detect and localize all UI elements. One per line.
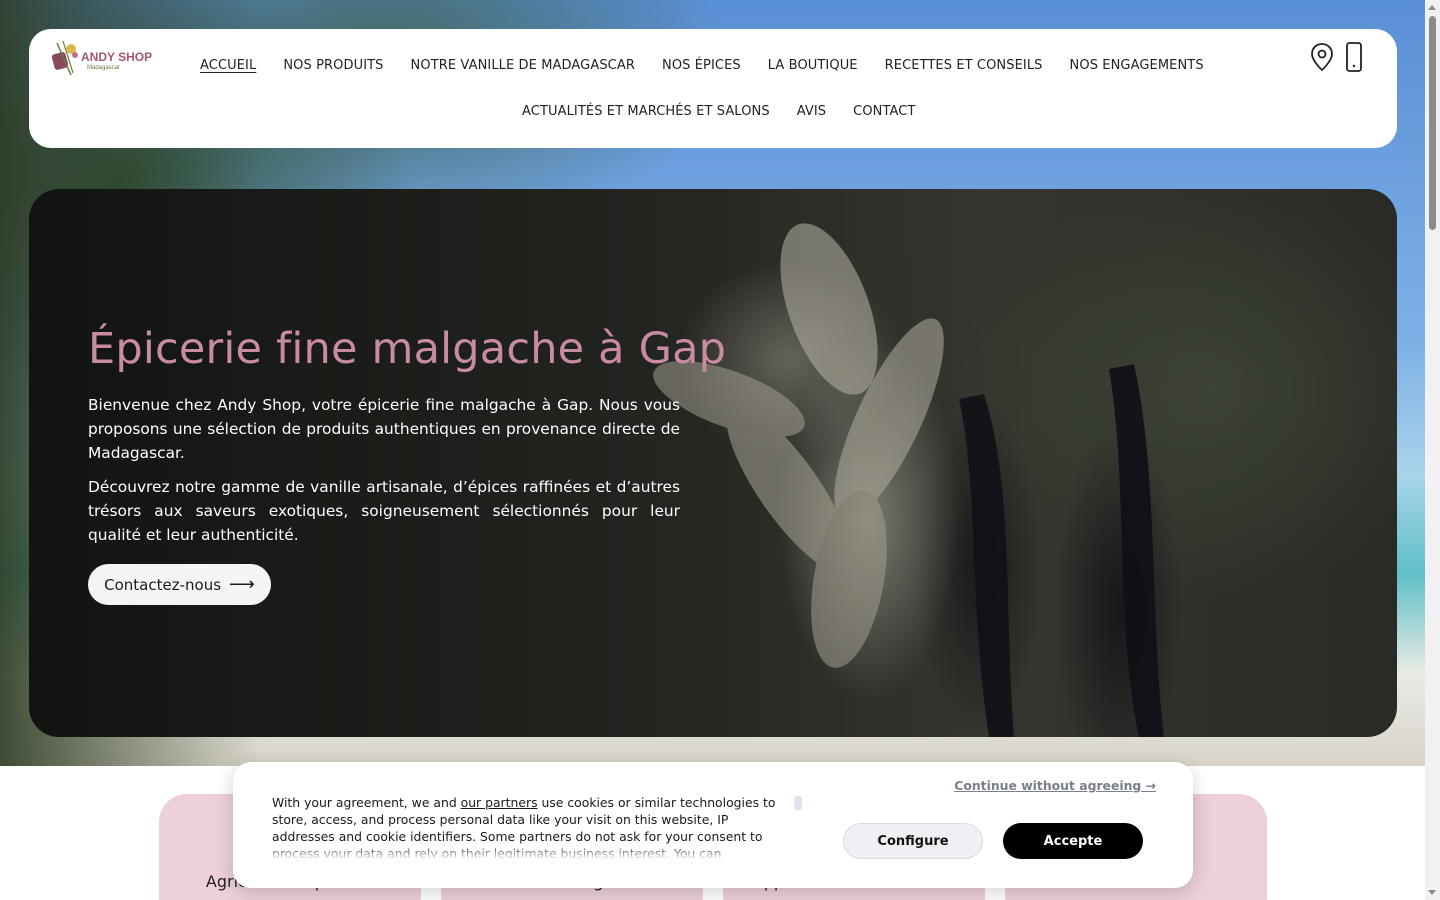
nav-row-primary: ACCUEIL NOS PRODUITS NOTRE VANILLE DE MA… [200,58,1204,73]
our-partners-link[interactable]: our partners [461,795,538,810]
andy-shop-logo[interactable]: ANDY SHOP Madagascar [47,37,159,81]
vanilla-flower-logo-icon [51,40,78,76]
scroll-down-arrow-icon[interactable] [1428,890,1436,895]
location-pin-icon[interactable] [1309,42,1335,72]
cookie-text-fade [272,844,792,860]
contact-us-button-label: Contactez-nous [104,575,222,594]
accept-button[interactable]: Accepte [1003,823,1143,859]
nav-item-notre-vanille[interactable]: NOTRE VANILLE DE MADAGASCAR [411,58,635,73]
hero-title: Épicerie fine malgache à Gap [88,324,727,374]
scroll-up-arrow-icon[interactable] [1428,5,1436,10]
nav-icon-group [1309,42,1367,72]
nav-item-avis[interactable]: AVIS [797,104,826,119]
hero-description-paragraph: Découvrez notre gamme de vanille artisan… [88,478,680,544]
nav-item-nos-produits[interactable]: NOS PRODUITS [283,58,383,73]
configure-button[interactable]: Configure [843,823,983,859]
hero-intro-paragraph: Bienvenue chez Andy Shop, votre épicerie… [88,396,680,462]
nav-item-recettes[interactable]: RECETTES ET CONSEILS [885,58,1043,73]
nav-item-contact[interactable]: CONTACT [853,104,915,119]
nav-item-actualites[interactable]: ACTUALITÉS ET MARCHÉS ET SALONS [522,104,770,119]
cookie-consent-banner: With your agreement, we and our partners… [233,762,1193,888]
nav-row-secondary: ACTUALITÉS ET MARCHÉS ET SALONS AVIS CON… [522,104,916,119]
page-scrollbar[interactable] [1425,0,1440,900]
cookie-text-scrollbar[interactable] [794,796,802,810]
nav-item-nos-epices[interactable]: NOS ÉPICES [662,58,741,73]
main-navigation: ANDY SHOP Madagascar ACCUEIL NOS PRODUIT… [29,29,1397,148]
scrollbar-thumb[interactable] [1429,16,1436,230]
arrow-right-icon: ⟶ [229,573,255,595]
mobile-phone-icon[interactable] [1341,42,1367,72]
nav-item-la-boutique[interactable]: LA BOUTIQUE [768,58,858,73]
cookie-text-start: With your agreement, we and [272,795,461,810]
nav-item-accueil[interactable]: ACCUEIL [200,58,256,73]
continue-without-agreeing-link[interactable]: Continue without agreeing → [954,778,1156,793]
logo-tagline: Madagascar [87,65,121,71]
hero-banner: Épicerie fine malgache à Gap Bienvenue c… [29,189,1397,737]
logo-wordmark: ANDY SHOP [81,50,153,64]
contact-us-button[interactable]: Contactez-nous ⟶ [88,564,271,605]
nav-item-nos-engagements[interactable]: NOS ENGAGEMENTS [1070,58,1204,73]
